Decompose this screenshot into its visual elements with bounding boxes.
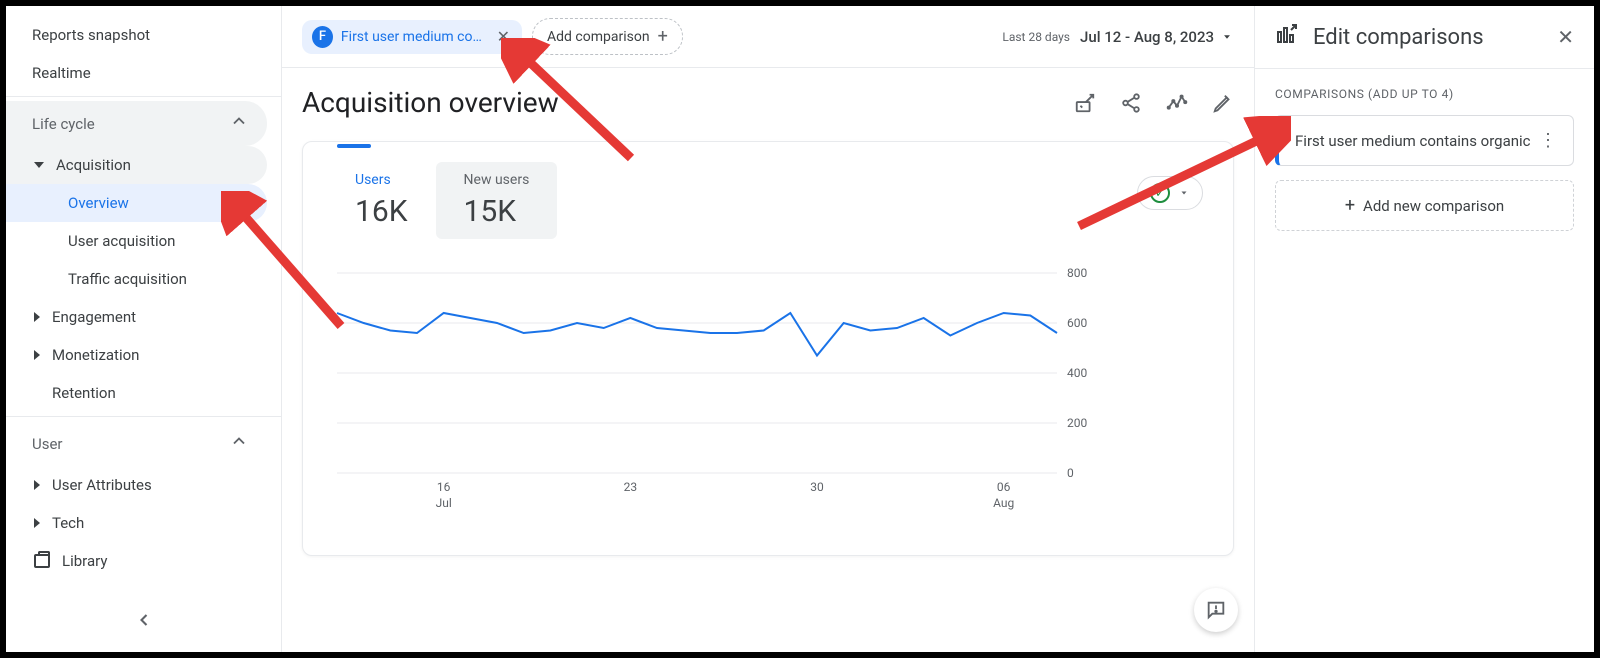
caret-right-icon: [34, 312, 40, 322]
section-life-cycle[interactable]: Life cycle: [6, 101, 267, 146]
svg-text:0: 0: [1067, 466, 1074, 480]
nav-user-attributes[interactable]: User Attributes: [6, 466, 267, 504]
nav-label: Tech: [52, 514, 84, 532]
svg-text:06: 06: [997, 480, 1011, 494]
annotation-arrow: [1061, 116, 1291, 246]
chart-edit-icon: [1275, 22, 1299, 52]
share-icon[interactable]: [1120, 92, 1142, 114]
caret-down-icon: [1220, 30, 1234, 44]
add-new-comparison-button[interactable]: + Add new comparison: [1275, 180, 1574, 231]
nav-reports-snapshot[interactable]: Reports snapshot: [6, 16, 267, 54]
nav-tech[interactable]: Tech: [6, 504, 267, 542]
nav-acquisition[interactable]: Acquisition: [6, 146, 267, 184]
annotation-arrow: [221, 191, 381, 351]
chevron-up-icon: [229, 111, 249, 136]
topbar: F First user medium cont… ✕ Add comparis…: [282, 6, 1254, 68]
svg-text:16: 16: [437, 480, 451, 494]
nav-label: Retention: [52, 384, 116, 402]
date-range-text: Jul 12 - Aug 8, 2023: [1080, 28, 1234, 46]
plus-icon: +: [1345, 195, 1355, 216]
section-label: Life cycle: [32, 115, 95, 133]
date-label: Last 28 days: [1002, 30, 1070, 44]
caret-right-icon: [34, 350, 40, 360]
nav-label: Traffic acquisition: [68, 270, 187, 288]
svg-text:600: 600: [1067, 316, 1087, 330]
svg-text:Jul: Jul: [436, 496, 452, 510]
nav-library[interactable]: Library: [6, 542, 267, 580]
chip-badge: F: [312, 26, 333, 48]
nav-retention[interactable]: Retention: [6, 374, 267, 412]
caret-down-icon: [34, 162, 44, 168]
divider: [6, 96, 281, 97]
svg-text:Aug: Aug: [993, 496, 1014, 510]
caret-right-icon: [34, 518, 40, 528]
svg-text:800: 800: [1067, 266, 1087, 280]
edit-comparisons-panel: Edit comparisons ✕ COMPARISONS (ADD UP T…: [1254, 6, 1594, 652]
chart: 0 200 400 600 800 16 Jul 23 30 06 Aug: [327, 263, 1209, 527]
annotation-arrow: [501, 38, 661, 178]
metric-value: 15K: [464, 194, 530, 229]
folder-icon: [34, 554, 50, 568]
nav-label: User Attributes: [52, 476, 152, 494]
nav-realtime[interactable]: Realtime: [6, 54, 267, 92]
section-user[interactable]: User: [6, 421, 267, 466]
nav-label: Monetization: [52, 346, 139, 364]
main: F First user medium cont… ✕ Add comparis…: [282, 6, 1254, 652]
panel-header: Edit comparisons ✕: [1255, 6, 1594, 69]
caret-right-icon: [34, 480, 40, 490]
svg-text:23: 23: [624, 480, 638, 494]
comparison-item[interactable]: First user medium contains organic ⋮: [1275, 115, 1574, 166]
section-label: User: [32, 435, 63, 453]
panel-section-label: COMPARISONS (ADD UP TO 4): [1275, 87, 1574, 101]
divider: [6, 416, 281, 417]
chip-text: First user medium cont…: [341, 29, 487, 45]
nav-label: Realtime: [32, 64, 91, 82]
chevron-up-icon: [229, 431, 249, 456]
nav-label: User acquisition: [68, 232, 175, 250]
insights-icon[interactable]: [1166, 92, 1188, 114]
nav-label: Engagement: [52, 308, 136, 326]
line-chart: 0 200 400 600 800 16 Jul 23 30 06 Aug: [327, 263, 1107, 523]
nav-label: Overview: [68, 194, 129, 212]
comparison-text: First user medium contains organic: [1295, 132, 1531, 150]
nav-label: Reports snapshot: [32, 26, 150, 44]
date-range-value: Jul 12 - Aug 8, 2023: [1080, 28, 1214, 46]
date-range-picker[interactable]: Last 28 days Jul 12 - Aug 8, 2023: [1002, 28, 1234, 46]
panel-title: Edit comparisons: [1313, 25, 1484, 50]
collapse-sidebar-button[interactable]: [6, 594, 281, 652]
edit-icon[interactable]: [1212, 92, 1234, 114]
svg-text:200: 200: [1067, 416, 1087, 430]
title-actions: [1074, 92, 1234, 114]
close-icon[interactable]: ✕: [1557, 25, 1574, 49]
feedback-button[interactable]: [1194, 588, 1238, 632]
customize-icon[interactable]: [1074, 92, 1096, 114]
metric-label: Users: [355, 172, 408, 188]
nav-label: Library: [62, 552, 107, 570]
add-new-label: Add new comparison: [1363, 197, 1504, 215]
more-icon[interactable]: ⋮: [1539, 130, 1557, 151]
svg-text:400: 400: [1067, 366, 1087, 380]
svg-text:30: 30: [810, 480, 824, 494]
comparison-chip[interactable]: F First user medium cont… ✕: [302, 20, 522, 54]
nav-label: Acquisition: [56, 156, 131, 174]
